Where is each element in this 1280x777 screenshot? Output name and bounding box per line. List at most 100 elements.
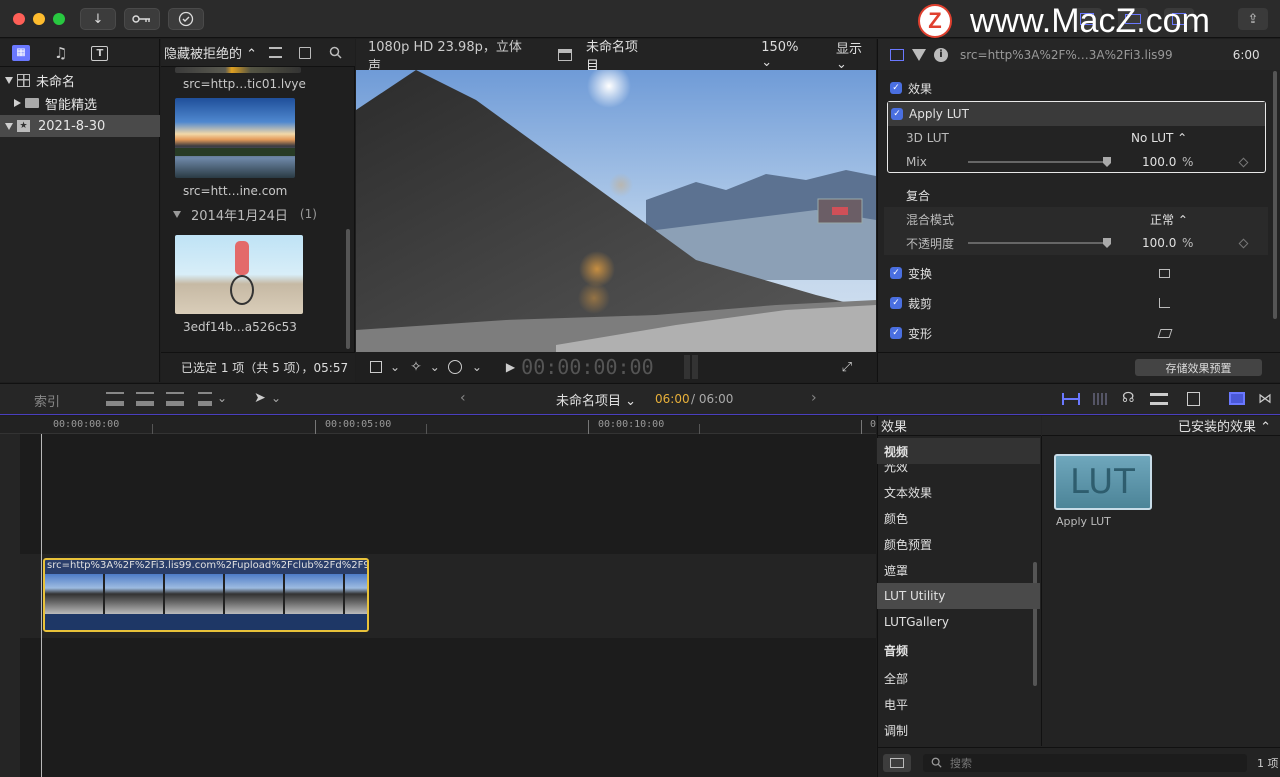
disclosure-triangle-icon[interactable] xyxy=(5,76,13,84)
connect-clip-icon[interactable] xyxy=(106,392,124,406)
effects-category-lut-utility[interactable]: LUT Utility xyxy=(877,583,1040,609)
history-back-icon[interactable]: ‹ xyxy=(460,390,466,406)
transform-icon[interactable] xyxy=(370,361,382,373)
keyframe-diamond-icon[interactable] xyxy=(1238,238,1249,248)
zoom-window-button[interactable] xyxy=(53,13,65,25)
effects-category-light[interactable]: 光效 xyxy=(877,464,1040,474)
timeline-clip[interactable]: src=http%3A%2F%2Fi3.lis99.com%2Fupload%2… xyxy=(43,558,369,632)
arrow-tool-icon[interactable]: ➤ xyxy=(254,390,266,406)
video-inspector-tab-icon[interactable] xyxy=(890,48,904,61)
mix-slider-track[interactable] xyxy=(968,161,1111,163)
info-inspector-tab-icon[interactable]: i xyxy=(934,47,948,62)
apply-lut-checkbox[interactable]: ✓ xyxy=(891,108,903,120)
composite-section-header[interactable]: 复合 xyxy=(878,183,1268,207)
append-clip-icon[interactable] xyxy=(166,392,184,406)
zoom-popup[interactable]: 150% ⌄ xyxy=(761,40,812,70)
clip-thumbnail-sunset[interactable] xyxy=(175,98,295,178)
chevron-down-icon[interactable]: ⌄ xyxy=(390,360,400,374)
apply-lut-effect-row[interactable]: ✓ Apply LUT xyxy=(888,102,1265,126)
effects-category-audio[interactable]: 音频 xyxy=(877,637,1040,663)
effects-category-video[interactable]: 视频 xyxy=(877,438,1040,464)
distort-checkbox[interactable]: ✓ xyxy=(890,327,902,339)
timeline[interactable]: src=http%3A%2F%2Fi3.lis99.com%2Fupload%2… xyxy=(0,416,876,777)
magic-wand-icon[interactable]: ✧ xyxy=(410,359,422,375)
crop-section-header[interactable]: ✓ 裁剪 xyxy=(878,291,1268,315)
inspector-scrollbar[interactable] xyxy=(1273,71,1277,319)
keyframe-diamond-icon[interactable] xyxy=(1238,157,1249,167)
timecode-display[interactable]: 00:00:00:00 xyxy=(521,355,653,379)
chevron-down-icon[interactable]: ⌄ xyxy=(271,391,281,405)
fullscreen-icon[interactable]: ⤢ xyxy=(842,360,852,375)
clip-thumbnail[interactable] xyxy=(175,67,301,73)
snapping-icon[interactable] xyxy=(1150,393,1168,405)
effects-category-modulation[interactable]: 调制 xyxy=(877,717,1040,743)
import-button[interactable]: ↓ xyxy=(80,8,116,30)
close-window-button[interactable] xyxy=(13,13,25,25)
effects-category-levels[interactable]: 电平 xyxy=(877,691,1040,717)
timeline-project-popup[interactable]: 未命名项目 ⌄ xyxy=(556,390,636,409)
disclosure-triangle-icon[interactable] xyxy=(173,210,181,218)
audio-waveform-icon[interactable] xyxy=(1062,393,1080,405)
clip-appearance-icon[interactable] xyxy=(269,47,283,58)
headphones-icon[interactable]: ☊ xyxy=(1122,390,1134,406)
effects-section-header[interactable]: ✓ 效果 xyxy=(878,76,1268,100)
disclosure-triangle-icon[interactable] xyxy=(14,99,21,107)
date-group-header[interactable]: 2014年1月24日 (1) xyxy=(173,205,317,224)
distort-section-header[interactable]: ✓ 变形 xyxy=(878,321,1268,345)
keywords-button[interactable] xyxy=(124,8,160,30)
filter-popup[interactable]: 隐藏被拒绝的 ⌃ xyxy=(164,43,257,62)
effects-category-lutgallery[interactable]: LUTGallery xyxy=(877,609,1040,635)
effects-category-all[interactable]: 全部 xyxy=(877,665,1040,691)
transform-section-header[interactable]: ✓ 变换 xyxy=(878,261,1268,285)
distort-onscreen-icon[interactable] xyxy=(1157,328,1173,338)
transform-checkbox[interactable]: ✓ xyxy=(890,267,902,279)
tab-libraries[interactable]: ▦ xyxy=(12,44,30,61)
chevron-down-icon[interactable]: ⌄ xyxy=(472,360,482,374)
save-effects-preset-button[interactable]: 存储效果预置 xyxy=(1135,359,1262,376)
tab-titles-generators[interactable]: T xyxy=(91,45,109,61)
lut-3d-popup[interactable]: No LUT ⌃ xyxy=(1131,131,1187,145)
clip-thumbnail-bike[interactable] xyxy=(175,235,303,314)
effects-checkbox[interactable]: ✓ xyxy=(890,82,902,94)
background-tasks-button[interactable] xyxy=(168,8,204,30)
color-inspector-tab-icon[interactable] xyxy=(912,48,926,61)
effect-tile-apply-lut[interactable]: LUT xyxy=(1054,454,1152,510)
speedometer-icon[interactable] xyxy=(447,360,462,374)
installed-effects-popup[interactable]: 已安装的效果 ⌃ xyxy=(1042,416,1280,436)
crop-onscreen-icon[interactable] xyxy=(1159,298,1170,308)
effects-category-masks[interactable]: 遮罩 xyxy=(877,557,1040,583)
filmstrip-icon[interactable] xyxy=(299,46,312,59)
clip-appearance-icon[interactable] xyxy=(1187,392,1200,406)
opacity-value[interactable]: 100.0 xyxy=(1142,236,1176,250)
blend-mode-popup[interactable]: 正常 ⌃ xyxy=(1150,211,1188,228)
browser-scrollbar[interactable] xyxy=(346,229,350,349)
minimize-window-button[interactable] xyxy=(33,13,45,25)
playhead[interactable] xyxy=(41,418,42,777)
effects-browser-toggle-icon[interactable] xyxy=(1229,392,1245,405)
mix-value[interactable]: 100.0 xyxy=(1142,155,1176,169)
opacity-slider-knob[interactable] xyxy=(1103,238,1111,248)
disclosure-triangle-icon[interactable] xyxy=(5,122,13,130)
effects-category-text-effects[interactable]: 文本效果 xyxy=(877,479,1040,505)
transform-onscreen-icon[interactable] xyxy=(1159,268,1170,278)
mix-slider-knob[interactable] xyxy=(1103,157,1111,167)
tab-photos-audio[interactable]: ♫ xyxy=(54,44,67,62)
event-item[interactable]: ★ 2021-8-30 xyxy=(0,115,160,137)
effects-category-color[interactable]: 颜色 xyxy=(877,505,1040,531)
transitions-browser-icon[interactable]: ⋈ xyxy=(1258,391,1272,407)
audio-skimming-icon[interactable] xyxy=(1093,393,1109,405)
play-icon[interactable]: ▶ xyxy=(506,360,515,374)
video-frame[interactable] xyxy=(356,70,876,352)
overwrite-clip-icon[interactable] xyxy=(198,392,212,406)
smart-collections-item[interactable]: 智能精选 xyxy=(0,92,160,114)
chevron-down-icon[interactable]: ⌄ xyxy=(430,360,440,374)
history-forward-icon[interactable]: › xyxy=(811,390,817,406)
crop-checkbox[interactable]: ✓ xyxy=(890,297,902,309)
chevron-down-icon[interactable]: ⌄ xyxy=(217,391,227,405)
sidebar-toggle-icon[interactable] xyxy=(883,753,911,772)
opacity-slider-track[interactable] xyxy=(968,242,1111,244)
display-popup[interactable]: 显示 ⌄ xyxy=(836,38,876,72)
timeline-ruler[interactable] xyxy=(0,416,876,434)
effects-category-color-presets[interactable]: 颜色预置 xyxy=(877,531,1040,557)
effects-search-field[interactable]: 搜索 xyxy=(923,753,1247,772)
